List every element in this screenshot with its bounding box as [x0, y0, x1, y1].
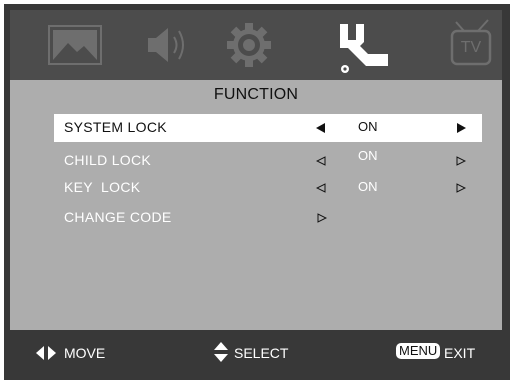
select-hint-label: SELECT — [234, 345, 289, 361]
picture-icon[interactable] — [48, 25, 102, 65]
menu-key-badge: MENU — [396, 343, 441, 359]
menu-row-system-lock[interactable]: SYSTEM LOCK ON — [54, 114, 482, 142]
sound-icon[interactable] — [144, 25, 188, 65]
menu-row-label: CHANGE CODE — [64, 209, 172, 225]
menu-row-value: ON — [358, 179, 378, 194]
select-arrows-icon — [214, 342, 228, 362]
arrow-left-icon[interactable] — [316, 183, 326, 193]
menu-row-value: ON — [358, 119, 378, 134]
tab-bar: TV — [10, 10, 502, 80]
arrow-left-icon[interactable] — [316, 156, 326, 166]
menu-row-label: KEY LOCK — [64, 179, 141, 195]
exit-hint-label: EXIT — [444, 345, 476, 361]
arrow-right-icon[interactable] — [317, 213, 327, 223]
menu-row-child-lock[interactable]: CHILD LOCK ON — [54, 147, 482, 175]
tv-icon-label: TV — [460, 39, 482, 56]
footer-hints: MOVE SELECT MENU EXIT — [10, 330, 502, 376]
function-menu-panel: FUNCTION SYSTEM LOCK ON CHILD LOCK ON KE… — [10, 80, 502, 330]
menu-row-value: ON — [358, 148, 378, 163]
menu-row-label: CHILD LOCK — [64, 152, 152, 168]
move-hint-label: MOVE — [64, 345, 106, 361]
menu-title: FUNCTION — [213, 86, 299, 103]
arrow-right-icon[interactable] — [456, 156, 466, 166]
gear-icon[interactable] — [226, 22, 272, 68]
arrow-left-icon[interactable] — [316, 123, 326, 133]
arrow-right-icon[interactable] — [456, 123, 466, 133]
move-arrows-icon — [36, 346, 56, 360]
wrench-icon[interactable] — [336, 20, 390, 74]
menu-row-change-code[interactable]: CHANGE CODE — [54, 204, 482, 232]
menu-row-key-lock[interactable]: KEY LOCK ON — [54, 174, 482, 202]
menu-row-label: SYSTEM LOCK — [64, 119, 167, 135]
tv-icon[interactable]: TV — [448, 16, 494, 68]
arrow-right-icon[interactable] — [456, 183, 466, 193]
